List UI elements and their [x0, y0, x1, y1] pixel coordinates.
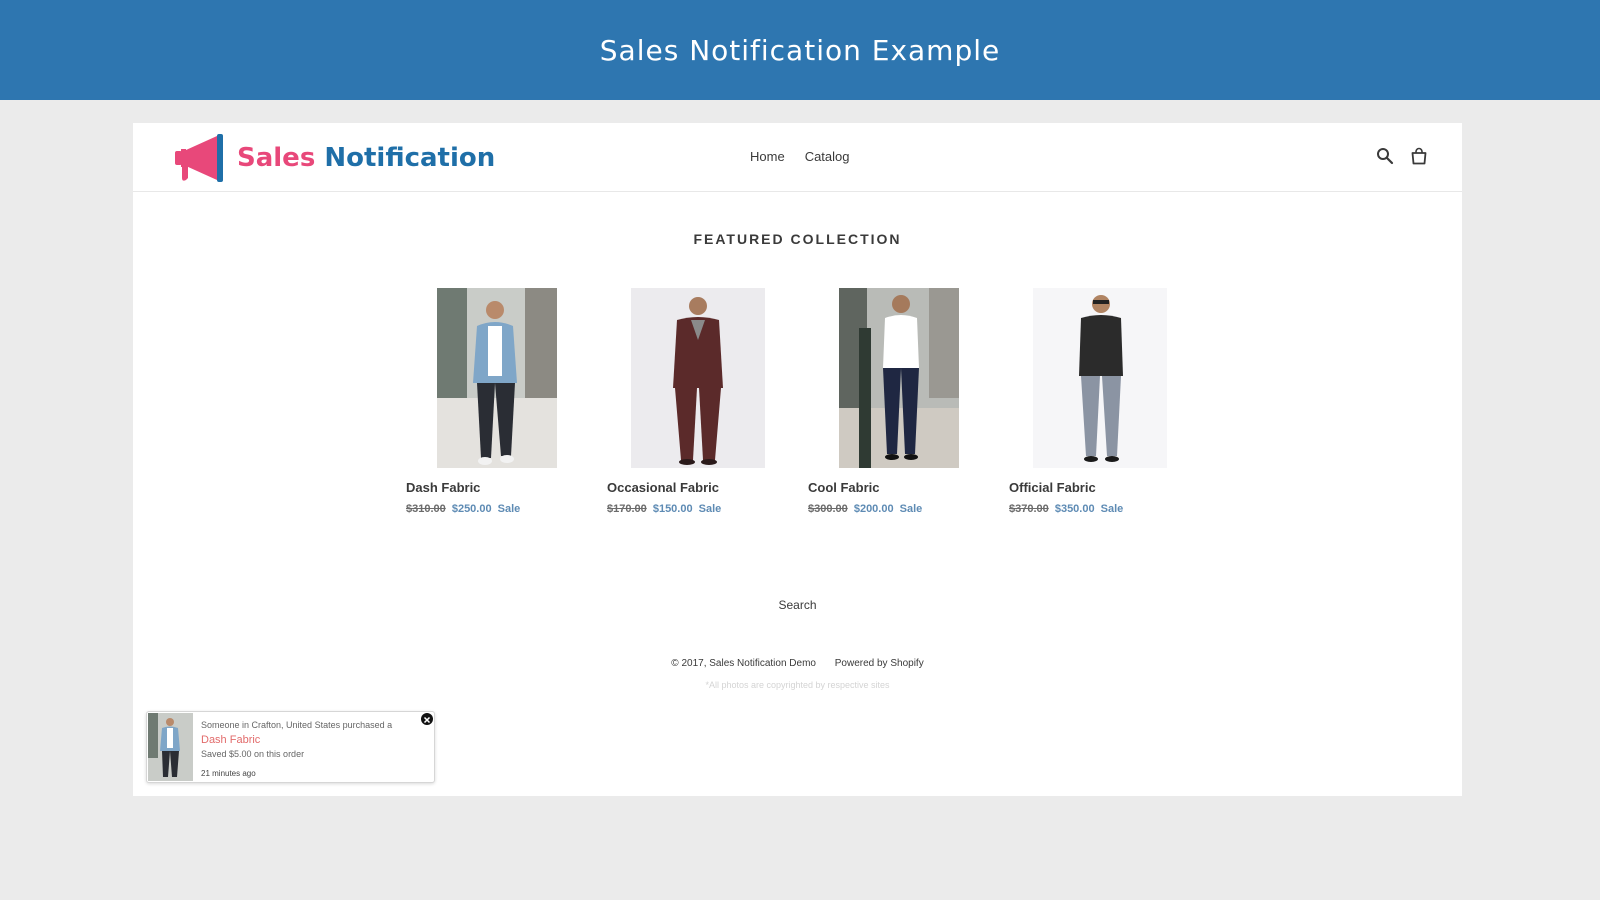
header-icons [1376, 147, 1428, 165]
product-price: $300.00 $200.00 Sale [808, 503, 989, 515]
powered-by-link[interactable]: Powered by Shopify [835, 658, 924, 669]
notification-product-link[interactable]: Dash Fabric [201, 734, 260, 746]
nav-link-home[interactable]: Home [750, 149, 785, 164]
close-icon[interactable] [421, 713, 433, 725]
original-price: $300.00 [808, 503, 848, 515]
product-image[interactable] [607, 288, 788, 468]
top-banner: Sales Notification Example [0, 0, 1600, 100]
cart-icon[interactable] [1410, 147, 1428, 165]
product-card[interactable]: Dash Fabric $310.00 $250.00 Sale [406, 288, 587, 515]
product-title[interactable]: Dash Fabric [406, 480, 587, 495]
product-price: $170.00 $150.00 Sale [607, 503, 788, 515]
product-image[interactable] [406, 288, 587, 468]
product-card[interactable]: Occasional Fabric $170.00 $150.00 Sale [607, 288, 788, 515]
product-title[interactable]: Official Fabric [1009, 480, 1190, 495]
banner-title: Sales Notification Example [599, 33, 1001, 67]
sale-price: $250.00 [451, 503, 492, 515]
store-header: Sales Notification Home Catalog [133, 123, 1462, 192]
product-title[interactable]: Occasional Fabric [607, 480, 788, 495]
megaphone-icon [175, 134, 223, 182]
product-title[interactable]: Cool Fabric [808, 480, 989, 495]
original-price: $170.00 [607, 503, 647, 515]
product-card[interactable]: Cool Fabric $300.00 $200.00 Sale [808, 288, 989, 515]
sale-price: $350.00 [1054, 503, 1095, 515]
original-price: $370.00 [1009, 503, 1049, 515]
sale-badge: Sale [497, 503, 521, 515]
original-price: $310.00 [406, 503, 446, 515]
copyright-text[interactable]: © 2017, Sales Notification Demo [671, 658, 816, 669]
section-title: FEATURED COLLECTION [693, 231, 902, 247]
photo-credit-note: *All photos are copyrighted by respectiv… [705, 680, 890, 690]
store-frame: Sales Notification Home Catalog FEATURED… [133, 123, 1462, 796]
notification-message: Someone in Crafton, United States purcha… [201, 720, 393, 730]
product-image[interactable] [1009, 288, 1190, 468]
logo-text: Sales Notification [237, 143, 495, 173]
notification-time: 21 minutes ago [201, 769, 256, 778]
site-logo[interactable]: Sales Notification [171, 133, 495, 183]
sale-price: $200.00 [853, 503, 894, 515]
main-nav: Home Catalog [750, 149, 850, 164]
logo-word-sales: Sales [237, 143, 316, 173]
sales-notification-popup[interactable]: Someone in Crafton, United States purcha… [146, 711, 435, 783]
notification-product-image[interactable] [148, 713, 193, 781]
search-icon[interactable] [1376, 147, 1394, 165]
sale-badge: Sale [899, 503, 923, 515]
product-card[interactable]: Official Fabric $370.00 $350.00 Sale [1009, 288, 1190, 515]
footer-search-link[interactable]: Search [133, 598, 1462, 612]
nav-link-catalog[interactable]: Catalog [805, 149, 850, 164]
footer-copyright: © 2017, Sales Notification Demo Powered … [133, 658, 1462, 669]
sale-badge: Sale [698, 503, 722, 515]
product-price: $310.00 $250.00 Sale [406, 503, 587, 515]
notification-savings: Saved $5.00 on this order [201, 749, 305, 759]
product-image[interactable] [808, 288, 989, 468]
product-price: $370.00 $350.00 Sale [1009, 503, 1190, 515]
sale-badge: Sale [1100, 503, 1124, 515]
sale-price: $150.00 [652, 503, 693, 515]
product-grid: Dash Fabric $310.00 $250.00 Sale Occasio… [406, 288, 1206, 528]
logo-word-notification: Notification [324, 143, 496, 173]
